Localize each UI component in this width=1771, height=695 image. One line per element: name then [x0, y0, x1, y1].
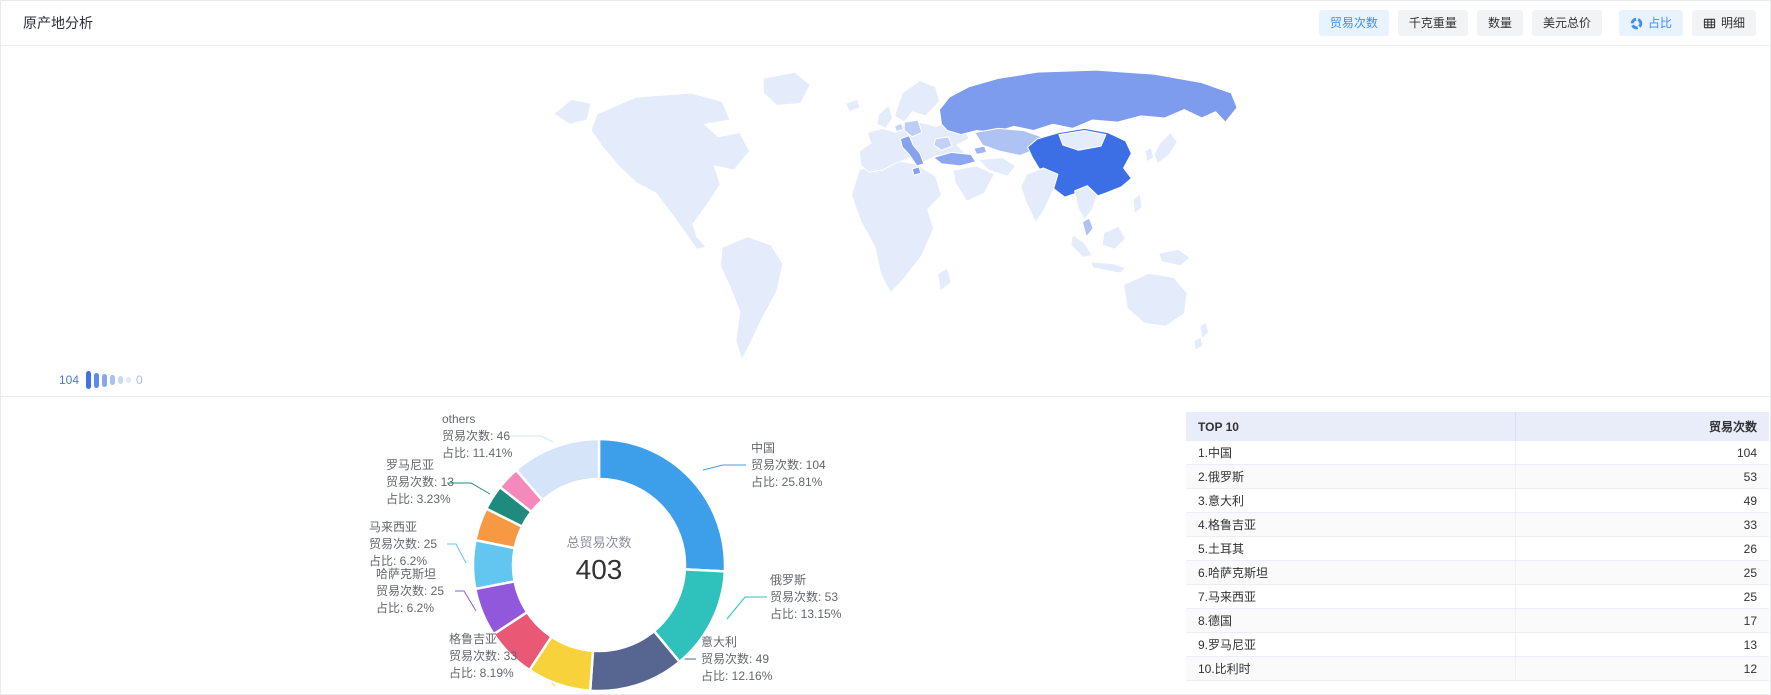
metric-button-quantity[interactable]: 数量 — [1477, 10, 1523, 36]
table-cell-country: 3.意大利 — [1186, 489, 1516, 512]
metric-button-label: 千克重量 — [1409, 16, 1457, 30]
map-region-russia[interactable] — [940, 70, 1238, 135]
world-map-chart[interactable]: 104 0 — [1, 46, 1770, 396]
legend-bar — [94, 373, 99, 388]
metric-button-label: 美元总价 — [1543, 16, 1591, 30]
map-region-north-america[interactable] — [591, 93, 750, 249]
table-cell-value: 26 — [1516, 542, 1769, 556]
page-title: 原产地分析 — [23, 13, 93, 33]
table-header-rank: TOP 10 — [1186, 412, 1516, 441]
table-cell-value: 13 — [1516, 638, 1769, 652]
top10-rows: 1.中国1042.俄罗斯533.意大利494.格鲁吉亚335.土耳其266.哈萨… — [1186, 441, 1769, 681]
table-header-metric: 贸易次数 — [1516, 418, 1769, 435]
donut-callout-kazakhstan: 哈萨克斯坦 贸易次数: 25 占比: 6.2% — [376, 566, 444, 617]
map-region-georgia[interactable] — [974, 146, 987, 154]
legend-max-label: 104 — [59, 373, 79, 387]
metric-button-trade-count[interactable]: 贸易次数 — [1319, 10, 1389, 36]
donut-callout-malaysia: 马来西亚 贸易次数: 25 占比: 6.2% — [369, 519, 437, 570]
table-row: 5.土耳其26 — [1186, 537, 1769, 561]
legend-bar — [110, 375, 115, 385]
table-cell-country: 5.土耳其 — [1186, 537, 1516, 560]
table-cell-value: 33 — [1516, 518, 1769, 532]
map-region-iceland[interactable] — [846, 99, 861, 111]
top10-table: TOP 10 贸易次数 1.中国1042.俄罗斯533.意大利494.格鲁吉亚3… — [1186, 412, 1769, 681]
map-region-sumatra[interactable] — [1071, 235, 1093, 258]
donut-callout-romania: 罗马尼亚 贸易次数: 13 占比: 3.23% — [386, 457, 454, 508]
map-region-new-guinea[interactable] — [1159, 249, 1190, 266]
table-cell-value: 49 — [1516, 494, 1769, 508]
table-row: 3.意大利49 — [1186, 489, 1769, 513]
table-row: 2.俄罗斯53 — [1186, 465, 1769, 489]
map-region-borneo[interactable] — [1102, 226, 1125, 249]
metric-button-label: 数量 — [1488, 16, 1512, 30]
table-cell-country: 10.比利时 — [1186, 657, 1516, 680]
map-region-madagascar[interactable] — [938, 268, 952, 291]
table-icon — [1703, 17, 1716, 30]
world-map-svg[interactable] — [546, 68, 1241, 370]
donut-slice[interactable] — [599, 439, 725, 571]
donut-callout-others: others 贸易次数: 46 占比: 11.41% — [442, 411, 512, 462]
map-region-malaysia[interactable] — [1082, 218, 1093, 237]
map-region-africa[interactable] — [851, 160, 941, 293]
map-region-india[interactable] — [1021, 168, 1058, 222]
donut-callout-georgia: 格鲁吉亚 贸易次数: 33 占比: 8.19% — [449, 631, 517, 682]
donut-callout-russia: 俄罗斯 贸易次数: 53 占比: 13.15% — [770, 572, 841, 623]
map-region-alaska[interactable] — [554, 99, 591, 124]
legend-bar — [126, 377, 131, 383]
table-cell-value: 104 — [1516, 446, 1769, 460]
table-row: 9.罗马尼亚13 — [1186, 633, 1769, 657]
map-region-scandinavia[interactable] — [894, 80, 939, 122]
map-region-greenland[interactable] — [763, 72, 810, 105]
table-row: 7.马来西亚25 — [1186, 585, 1769, 609]
metric-button-kg-weight[interactable]: 千克重量 — [1398, 10, 1468, 36]
table-cell-country: 4.格鲁吉亚 — [1186, 513, 1516, 536]
map-region-new-zealand[interactable] — [1194, 322, 1209, 350]
table-cell-country: 2.俄罗斯 — [1186, 465, 1516, 488]
origin-analysis-panel: 原产地分析 贸易次数 千克重量 数量 美元总价 占比 — [0, 0, 1771, 695]
table-cell-country: 8.德国 — [1186, 609, 1516, 632]
table-row: 6.哈萨克斯坦25 — [1186, 561, 1769, 585]
bottom-section: 总贸易次数 403 others 贸易次数: 46 占比: 11.41% 中国 … — [1, 396, 1770, 694]
view-button-detail[interactable]: 明细 — [1692, 10, 1756, 36]
metric-button-label: 贸易次数 — [1330, 16, 1378, 30]
toolbar: 贸易次数 千克重量 数量 美元总价 占比 明细 — [1310, 10, 1756, 36]
table-cell-value: 53 — [1516, 470, 1769, 484]
view-button-proportion[interactable]: 占比 — [1619, 10, 1683, 36]
panel-header: 原产地分析 贸易次数 千克重量 数量 美元总价 占比 — [1, 1, 1770, 46]
table-header-row: TOP 10 贸易次数 — [1186, 412, 1769, 441]
donut-callout-china: 中国 贸易次数: 104 占比: 25.81% — [746, 440, 826, 491]
table-cell-country: 6.哈萨克斯坦 — [1186, 561, 1516, 584]
legend-bar — [86, 371, 91, 389]
map-region-australia[interactable] — [1124, 273, 1188, 326]
legend-bar — [102, 374, 107, 387]
view-button-label: 占比 — [1648, 16, 1672, 30]
map-region-japan[interactable] — [1154, 133, 1177, 164]
table-cell-country: 7.马来西亚 — [1186, 585, 1516, 608]
map-region-uk[interactable] — [877, 105, 893, 128]
donut-icon — [1630, 17, 1643, 30]
view-button-label: 明细 — [1721, 16, 1745, 30]
map-region-java[interactable] — [1090, 262, 1125, 273]
map-region-korea[interactable] — [1145, 147, 1154, 162]
table-cell-country: 1.中国 — [1186, 441, 1516, 464]
table-cell-country: 9.罗马尼亚 — [1186, 633, 1516, 656]
table-row: 4.格鲁吉亚33 — [1186, 513, 1769, 537]
table-cell-value: 12 — [1516, 662, 1769, 676]
table-cell-value: 25 — [1516, 566, 1769, 580]
map-region-philippines[interactable] — [1133, 194, 1142, 214]
map-region-middle-east[interactable] — [953, 166, 994, 201]
metric-button-usd-total[interactable]: 美元总价 — [1532, 10, 1602, 36]
map-region-south-america[interactable] — [720, 237, 783, 360]
donut-callout-italy: 意大利 贸易次数: 49 占比: 12.16% — [701, 634, 772, 685]
map-visual-legend[interactable]: 104 0 — [59, 371, 143, 389]
legend-min-label: 0 — [136, 373, 143, 387]
table-row: 8.德国17 — [1186, 609, 1769, 633]
table-row: 1.中国104 — [1186, 441, 1769, 465]
table-row: 10.比利时12 — [1186, 657, 1769, 681]
map-region-belgium[interactable] — [894, 123, 903, 131]
legend-bar — [118, 376, 123, 384]
table-cell-value: 17 — [1516, 614, 1769, 628]
table-cell-value: 25 — [1516, 590, 1769, 604]
